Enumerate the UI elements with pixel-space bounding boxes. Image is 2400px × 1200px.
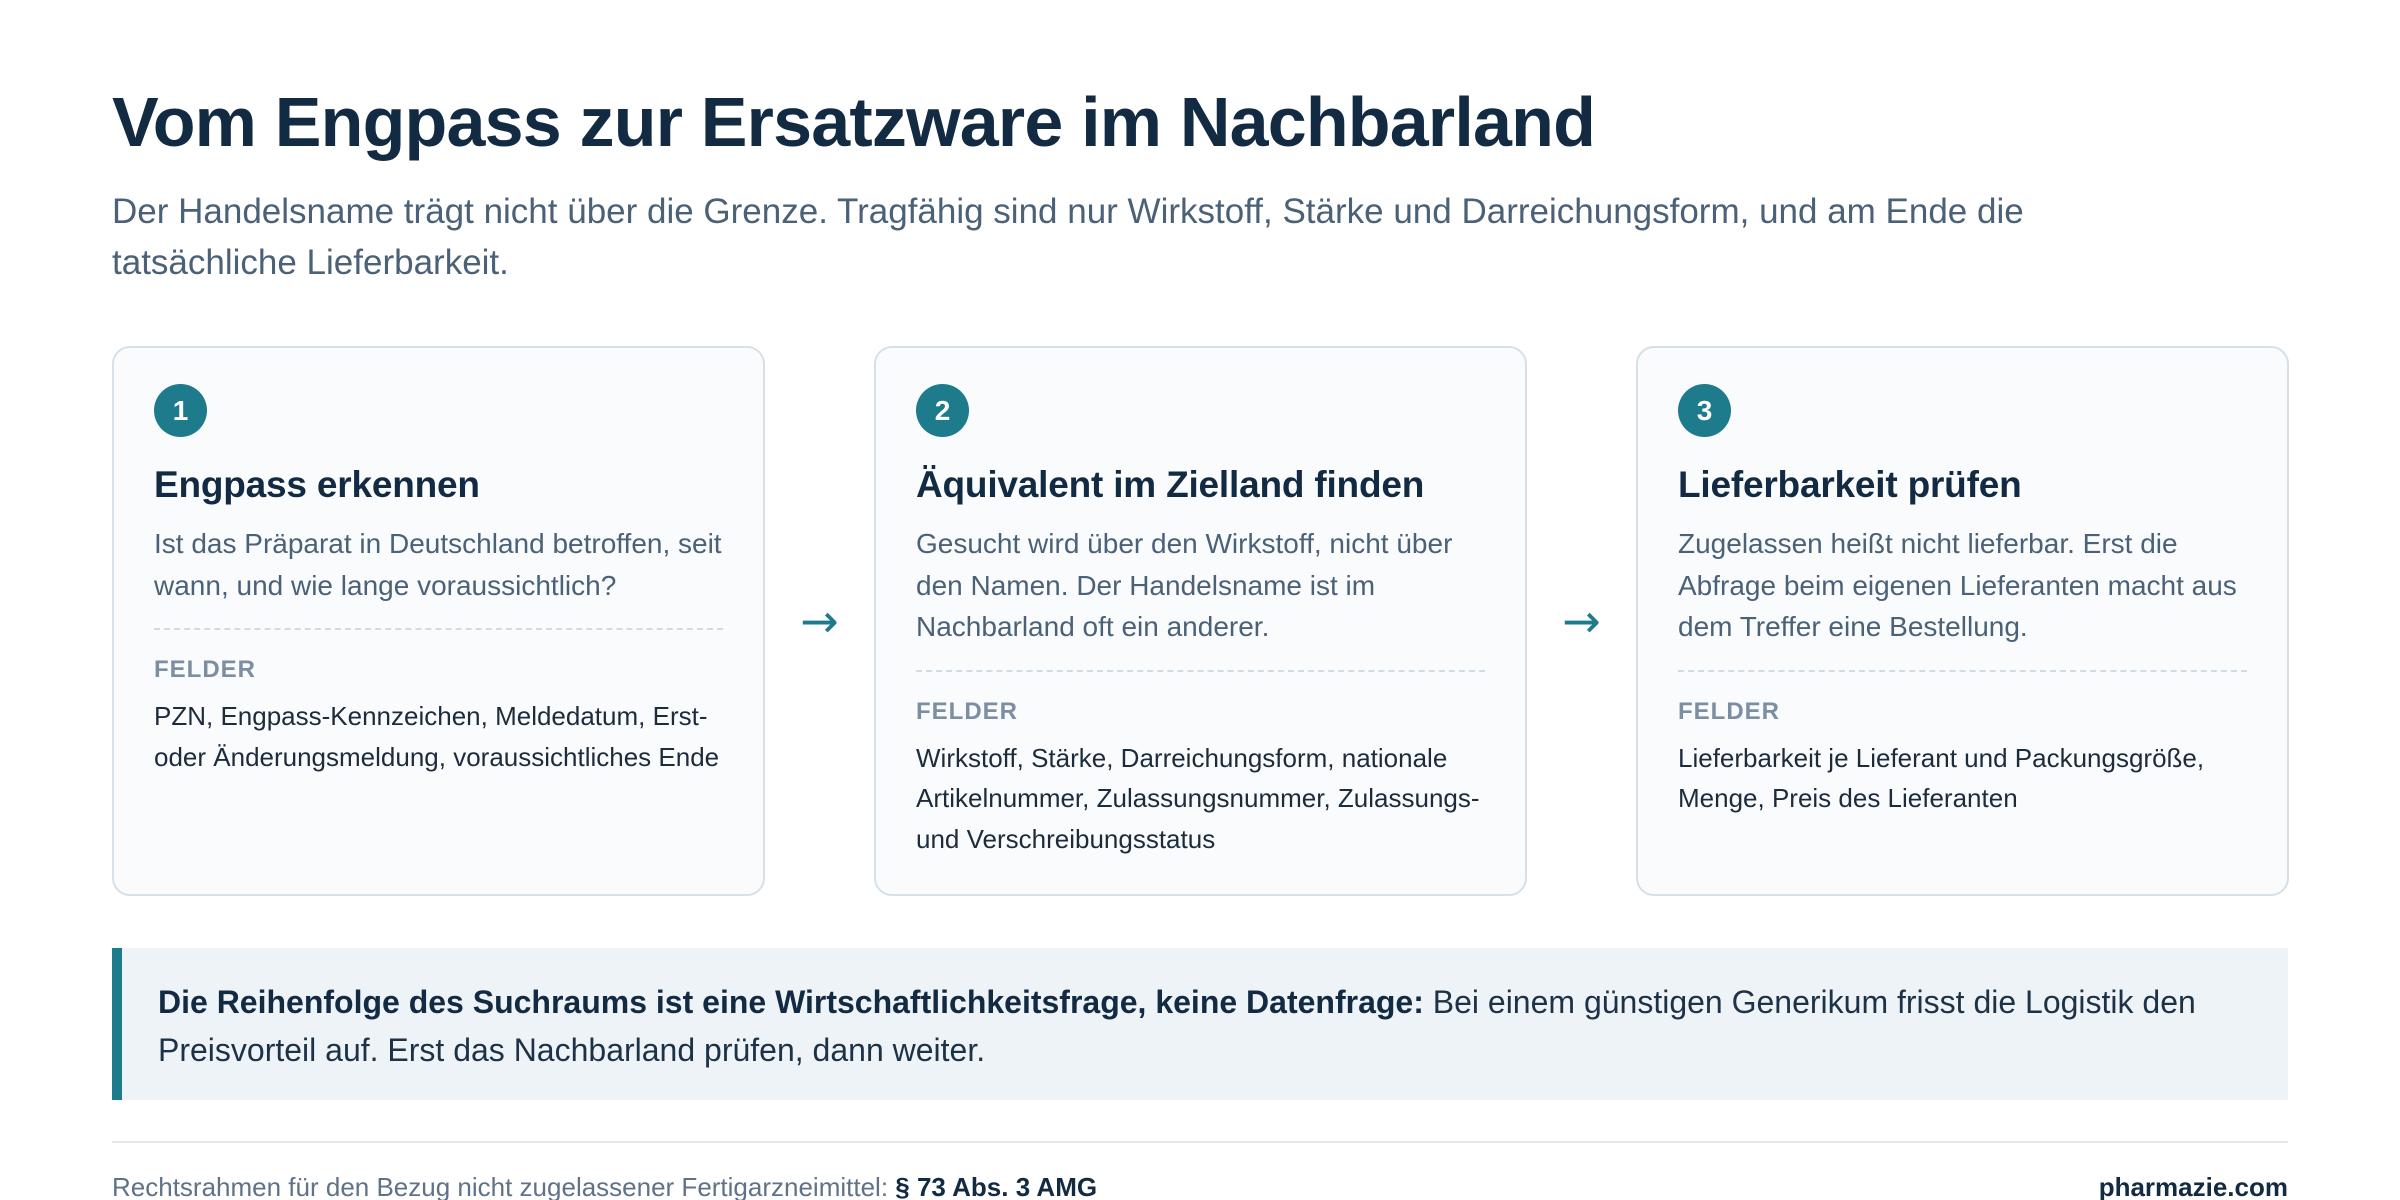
callout-bold-lead: Die Reihenfolge des Suchraums ist eine W… xyxy=(158,984,1424,1020)
step-number-badge: 3 xyxy=(1678,384,1731,437)
step-description: Ist das Präparat in Deutschland betroffe… xyxy=(154,528,722,601)
footer-legal-reference: § 73 Abs. 3 AMG xyxy=(895,1172,1098,1200)
step-card-3: 3 Lieferbarkeit prüfen Zugelassen heißt … xyxy=(1636,346,2289,896)
fields-list: Wirkstoff, Stärke, Darreichungsform, nat… xyxy=(916,742,1480,854)
step-description: Gesucht wird über den Wirkstoff, nicht ü… xyxy=(916,528,1453,642)
footer-brand: pharmazie.com xyxy=(2098,1172,2288,1200)
step-card-2: 2 Äquivalent im Zielland finden Gesucht … xyxy=(874,346,1527,896)
footer-divider xyxy=(112,1141,2288,1143)
dashed-divider xyxy=(916,669,1485,672)
fields-label: FELDER xyxy=(916,697,1018,725)
step-number-badge: 2 xyxy=(916,384,969,437)
arrow-right-icon: → xyxy=(1562,594,1601,648)
step-title: Äquivalent im Zielland finden xyxy=(916,464,1425,505)
dashed-divider xyxy=(154,628,723,630)
callout-note: Die Reihenfolge des Suchraums ist eine W… xyxy=(112,948,2288,1100)
footer-legal-note: Rechtsrahmen für den Bezug nicht zugelas… xyxy=(112,1172,1097,1200)
step-title: Engpass erkennen xyxy=(154,464,480,505)
fields-label: FELDER xyxy=(154,656,256,683)
fields-list: PZN, Engpass-Kennzeichen, Meldedatum, Er… xyxy=(154,701,720,772)
arrow-right-icon: → xyxy=(800,594,839,648)
process-steps: 1 Engpass erkennen Ist das Präparat in D… xyxy=(112,346,2289,896)
footer-legal-text: Rechtsrahmen für den Bezug nicht zugelas… xyxy=(112,1172,896,1200)
step-card-1: 1 Engpass erkennen Ist das Präparat in D… xyxy=(112,346,765,896)
fields-label: FELDER xyxy=(1678,697,1780,725)
step-number-badge: 1 xyxy=(154,384,207,437)
page-title: Vom Engpass zur Ersatzware im Nachbarlan… xyxy=(112,83,1596,161)
step-description: Zugelassen heißt nicht lieferbar. Erst d… xyxy=(1678,528,2237,642)
step-title: Lieferbarkeit prüfen xyxy=(1678,464,2022,505)
page-subtitle: Der Handelsname trägt nicht über die Gre… xyxy=(112,192,2024,282)
dashed-divider xyxy=(1678,669,2247,672)
page: Vom Engpass zur Ersatzware im Nachbarlan… xyxy=(0,0,2400,1200)
fields-list: Lieferbarkeit je Lieferant und Packungsg… xyxy=(1678,742,2205,814)
